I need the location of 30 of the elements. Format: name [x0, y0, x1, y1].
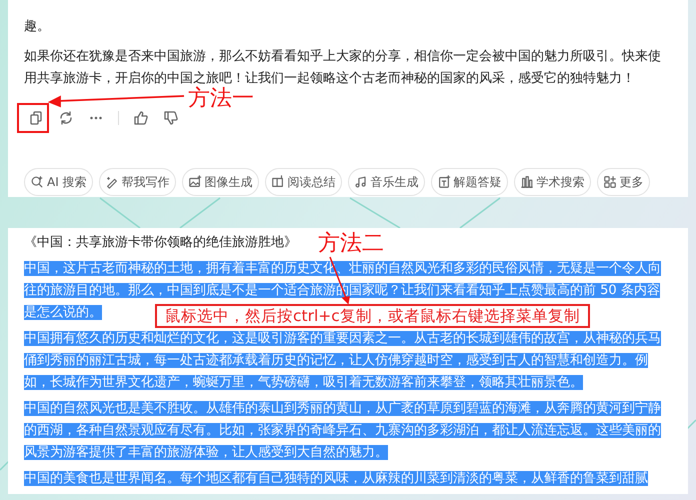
annotation-label: 方法一: [188, 88, 254, 110]
search-icon: [30, 175, 44, 189]
book-icon: [270, 175, 285, 189]
bar-chart-icon: [520, 175, 534, 189]
tool-chip[interactable]: 帮我写作: [98, 168, 176, 196]
refresh-icon[interactable]: [58, 110, 74, 126]
image-icon: [188, 175, 202, 189]
music-note-icon: [354, 175, 368, 189]
thumbs-up-icon[interactable]: [133, 110, 149, 126]
thumbs-down-icon[interactable]: [163, 110, 179, 126]
tool-chip[interactable]: 更多: [596, 168, 650, 196]
article-paragraph: 中国的美食也是世界闻名。每个地区都有自己独特的风味，从麻辣的川菜到清淡的粤菜，从鲜香的鲁菜到甜腻: [24, 470, 649, 488]
apps-icon: [602, 175, 617, 189]
instruction-callout: 鼠标选中，然后按ctrl+c复制，或者鼠标右键选择菜单复制: [155, 304, 590, 328]
article-title: 《中国：共享旅游卡带你领略的绝佳旅游胜地》: [24, 234, 297, 252]
tool-chip[interactable]: 阅读总结: [264, 168, 342, 196]
tool-chip[interactable]: 学术搜索: [514, 168, 591, 196]
question-sheet-icon: [436, 175, 451, 189]
answer-paragraph: 趣。: [24, 18, 51, 36]
answer-paragraph: 如果你还在犹豫是否来中国旅游，那么不妨看看知乎上大家的分享，相信你一定会被中国的魅力所吸引。快来使用共享旅游卡，开启你的中国之旅吧！让我们一起领略这个古老而神秘的国家的风采，感受它的独特魅力！: [24, 48, 662, 86]
tool-chip[interactable]: 音乐生成: [348, 168, 425, 196]
tool-chip[interactable]: AI 搜索: [24, 168, 93, 196]
article-paragraph: 中国的自然风光也是美不胜收。从雄伟的泰山到秀丽的黄山，从广袤的草原到碧蓝的海滩，从奔腾的黄河到宁静的西湖，各种自然景观应有尽有。比如，张家界的奇峰异石、九寨沟的多彩湖泊，都让人流连忘返。这些美丽的风景为游客提供了丰富的旅游体验，让人感受到大自然的魅力。: [24, 400, 662, 462]
tool-chip[interactable]: 图像生成: [182, 168, 259, 196]
copy-icon[interactable]: [28, 110, 44, 126]
annotation-label: 方法二: [318, 233, 384, 255]
highlight-frame: [17, 103, 49, 133]
article-paragraph: 中国拥有悠久的历史和灿烂的文化，这是吸引游客的重要因素之一。从古老的长城到雄伟的故宫，从神秘的兵马俑到秀丽的丽江古城，每一处古迹都承载着历史的记忆，让人仿佛穿越时空，感受到古人的智慧和创造力。例如，长城作为世界文化遗产，蜿蜒万里，气势磅礴，吸引着无数游客前来攀登，领略其壮丽景色。: [24, 330, 662, 392]
pen-icon: [104, 175, 119, 189]
tool-chip[interactable]: 解题答疑: [430, 168, 508, 196]
